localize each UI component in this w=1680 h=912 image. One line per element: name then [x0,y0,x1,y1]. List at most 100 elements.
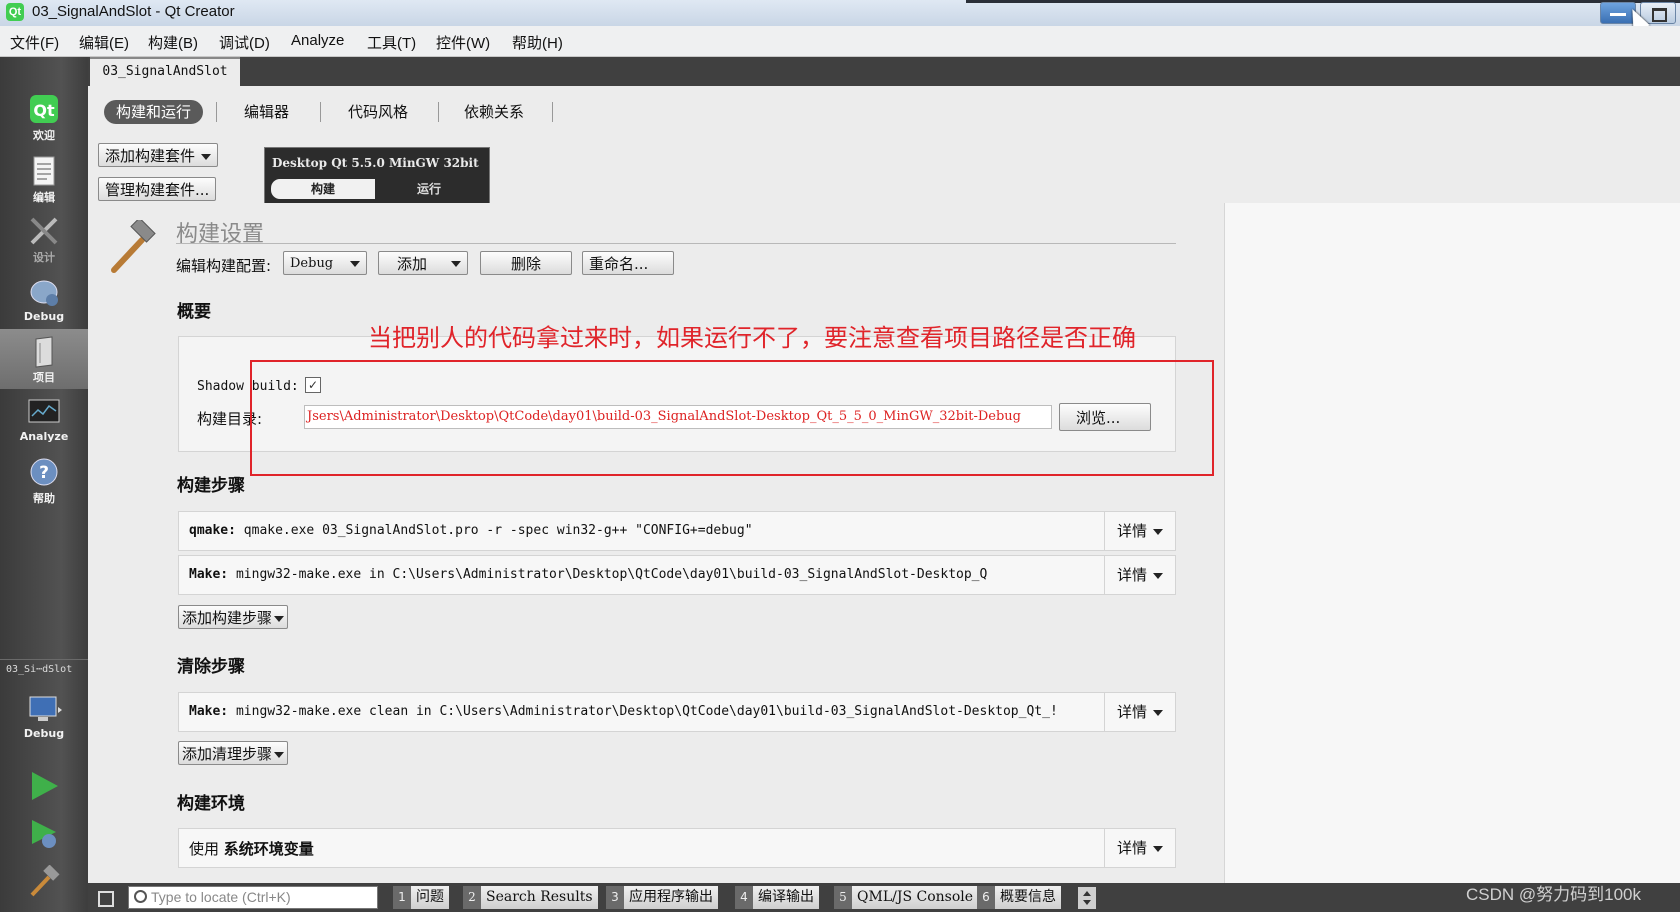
pane-general-messages[interactable]: 6 概要信息 [977,886,1061,909]
mode-projects[interactable]: 项目 [0,329,88,389]
pane-number: 4 [735,886,753,909]
chevron-down-icon [1153,572,1163,579]
menu-bar: 文件(F) 编辑(E) 构建(B) 调试(D) Analyze 工具(T) 控件… [0,26,1680,57]
sidebar-project-label[interactable]: 03_Si⋯dSlot [6,664,72,675]
chevron-down-icon [274,751,285,758]
menu-widgets[interactable]: 控件(W) [436,32,490,53]
build-step-text: Make: mingw32-make.exe in C:\Users\Admin… [189,567,1069,582]
manage-kits-button[interactable]: 管理构建套件... [98,177,217,201]
window-title: 03_SignalAndSlot - Qt Creator [32,3,235,20]
add-build-step-button[interactable]: 添加构建步骤 [178,605,289,629]
design-tools-icon [30,217,58,245]
pane-app-output[interactable]: 3 应用程序输出 [606,886,718,909]
pane-scroll-icon[interactable] [1078,887,1096,909]
menu-file[interactable]: 文件(F) [10,32,59,53]
chevron-down-icon [1153,528,1163,535]
tab-separator [216,102,217,122]
menu-analyze[interactable]: Analyze [291,32,344,49]
config-value: Debug [290,256,334,271]
delete-config-button[interactable]: 删除 [480,251,572,275]
clean-step-text: Make: mingw32-make.exe clean in C:\Users… [189,704,1069,719]
svg-text:Qt: Qt [33,101,55,120]
title-bar: Qt 03_SignalAndSlot - Qt Creator [0,0,1680,33]
add-kit-label: 添加构建套件 [105,147,196,165]
mode-analyze[interactable]: Analyze [0,390,88,450]
red-annotation-text: 当把别人的代码拿过来时，如果运行不了，要注意查看项目路径是否正确 [368,324,1136,352]
menu-debug[interactable]: 调试(D) [219,32,270,53]
run-icon[interactable] [27,769,61,803]
menu-help[interactable]: 帮助(H) [512,32,563,53]
build-step-qmake: qmake: qmake.exe 03_SignalAndSlot.pro -r… [178,511,1176,551]
details-label: 详情 [1116,566,1147,584]
pane-compile-output[interactable]: 4 编译输出 [735,886,819,909]
add-clean-step-button[interactable]: 添加清理步骤 [178,741,289,765]
pane-label: Search Results [486,889,593,905]
add-kit-button[interactable]: 添加构建套件 [98,143,219,167]
build-steps-header: 构建步骤 [177,476,245,496]
chevron-down-icon [350,261,360,267]
mode-design[interactable]: 设计 [0,209,88,269]
add-build-step-label: 添加构建步骤 [182,609,273,627]
qt-welcome-icon: Qt [30,95,58,123]
pane-issues[interactable]: 1 问题 [393,886,449,909]
add-config-label: 添加 [397,255,428,273]
target-selector[interactable]: Debug [0,687,88,747]
kit-build-tab[interactable]: 构建 [271,179,375,199]
pane-label: 概要信息 [1000,889,1056,905]
mode-welcome[interactable]: Qt 欢迎 [0,87,88,147]
details-button[interactable]: 详情 [1104,512,1175,550]
tab-separator [438,102,439,122]
document-tab-bar: 03_SignalAndSlot [88,57,1680,88]
tab-code-style[interactable]: 代码风格 [348,100,408,124]
sidebar-divider [0,659,88,660]
mode-edit[interactable]: 编辑 [0,149,88,209]
menu-edit[interactable]: 编辑(E) [79,32,129,53]
rename-config-button[interactable]: 重命名... [582,251,674,275]
project-subtabs: 构建和运行 编辑器 代码风格 依赖关系 [88,86,1680,136]
tab-editor[interactable]: 编辑器 [244,100,289,124]
build-hammer-icon[interactable] [27,865,61,899]
tab-dependencies[interactable]: 依赖关系 [464,100,524,124]
tab-separator [552,102,553,122]
menu-tools[interactable]: 工具(T) [367,32,416,53]
menu-build[interactable]: 构建(B) [148,32,198,53]
mode-help[interactable]: ? 帮助 [0,450,88,510]
mode-sidebar: Qt 欢迎 编辑 设计 Debug 项目 Analyze ? 帮助 03_Si⋯… [0,57,88,912]
mode-debug[interactable]: Debug [0,270,88,330]
edit-config-label: 编辑构建配置: [176,257,272,275]
search-icon [134,890,147,903]
debug-bug-icon [30,280,58,306]
chevron-down-icon [201,153,212,160]
step-name: Make: [189,704,229,719]
pane-qml-console[interactable]: 5 QML/JS Console [834,886,979,909]
locator-input[interactable]: Type to locate (Ctrl+K) [128,886,378,909]
pane-search-results[interactable]: 2 Search Results [463,886,598,909]
details-button[interactable]: 详情 [1104,829,1175,867]
kit-panel: Desktop Qt 5.5.0 MinGW 32bit 构建 运行 [264,147,490,205]
tab-separator [320,102,321,122]
details-button[interactable]: 详情 [1104,693,1175,731]
kit-name: Desktop Qt 5.5.0 MinGW 32bit [272,156,479,170]
mode-label: 欢迎 [33,129,55,142]
locator-placeholder: Type to locate (Ctrl+K) [151,889,291,905]
toggle-sidebar-icon[interactable] [98,891,114,907]
add-config-button[interactable]: 添加 [378,251,468,275]
mode-label: Debug [23,310,65,323]
build-env-header: 构建环境 [177,794,245,814]
details-label: 详情 [1116,703,1147,721]
kit-run-tab[interactable]: 运行 [377,179,481,199]
overview-header: 概要 [177,302,211,322]
section-divider [176,243,1176,244]
step-command: qmake.exe 03_SignalAndSlot.pro -r -spec … [243,523,753,538]
pane-label: QML/JS Console [857,889,974,905]
mode-label: 项目 [33,371,55,384]
details-button[interactable]: 详情 [1104,556,1175,594]
pane-label: 应用程序输出 [629,889,713,905]
tab-project[interactable]: 03_SignalAndSlot [90,57,240,88]
tab-build-run[interactable]: 构建和运行 [104,100,204,124]
mode-label: Analyze [19,430,69,443]
config-select[interactable]: Debug [283,251,367,275]
hammer-icon [111,220,156,273]
debug-run-icon[interactable] [27,817,61,851]
details-label: 详情 [1116,522,1147,540]
